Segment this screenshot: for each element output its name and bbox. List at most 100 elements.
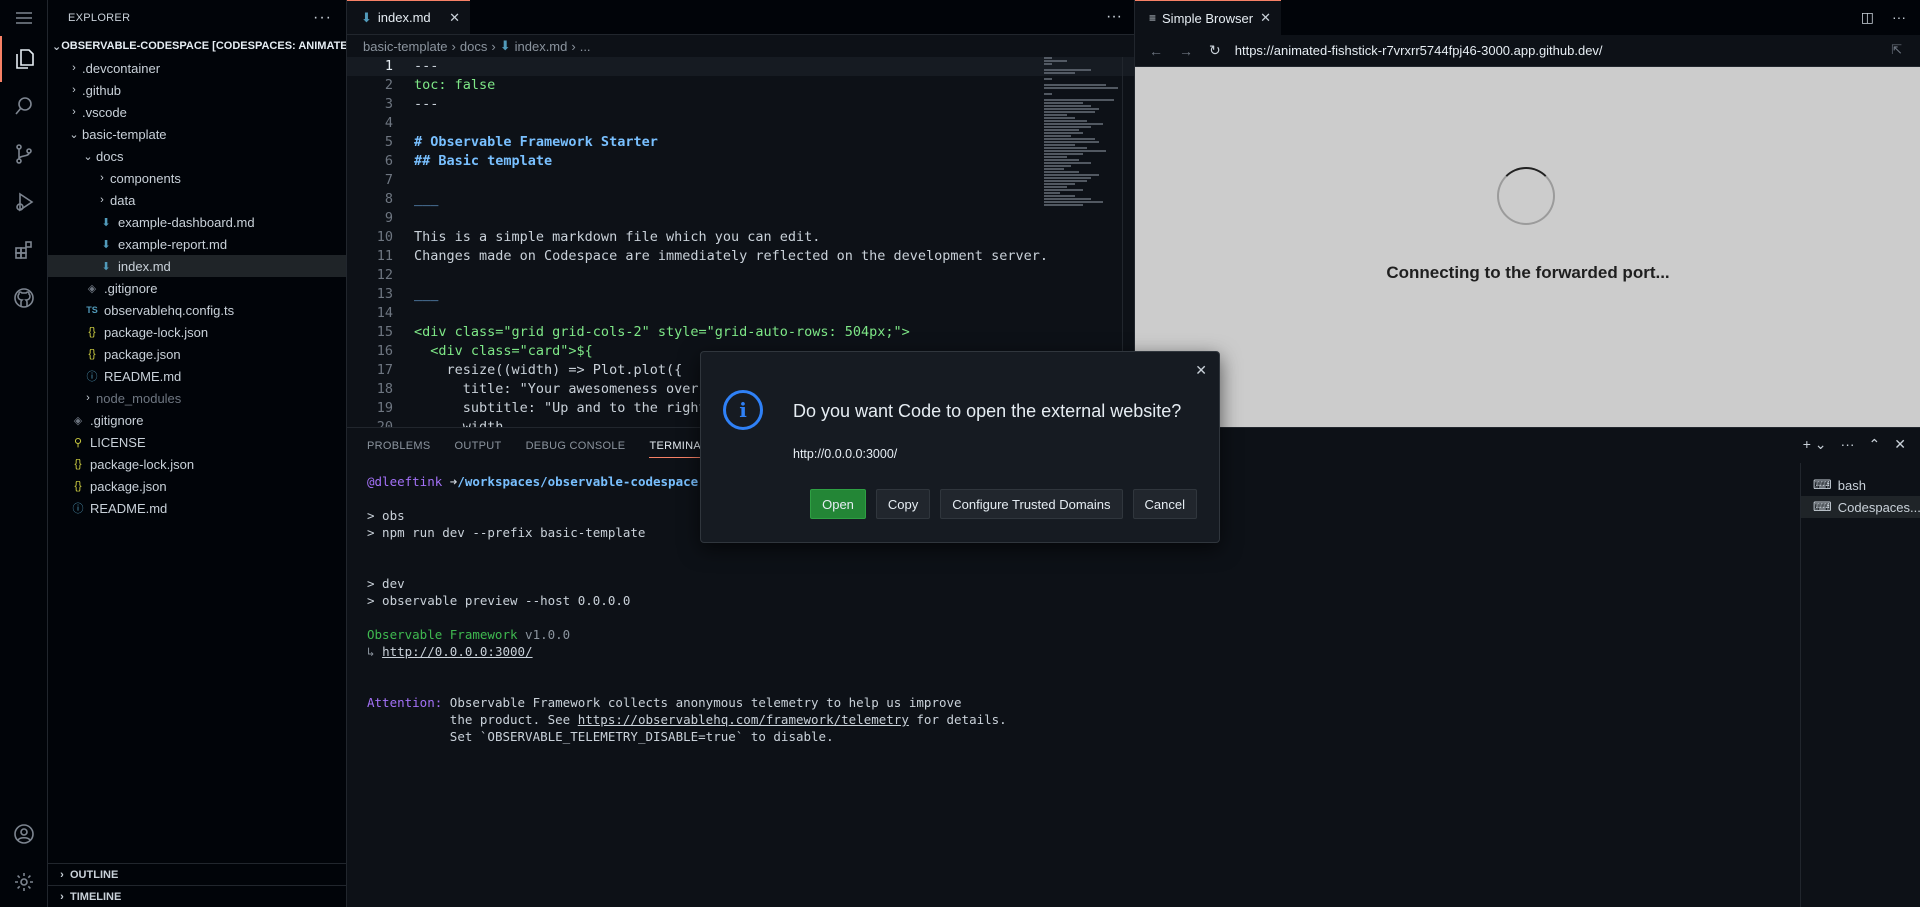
local-url-link[interactable]: http://0.0.0.0:3000/ — [382, 644, 533, 659]
tree-file[interactable]: ⓘ README.md — [48, 497, 346, 519]
settings-gear-icon[interactable] — [0, 859, 48, 905]
minimap-line — [1044, 129, 1080, 131]
breadcrumb-item[interactable]: ... — [580, 39, 591, 54]
forward-arrow-icon[interactable]: → — [1179, 43, 1193, 59]
minimap-line — [1044, 180, 1087, 182]
tree-file[interactable]: {} package.json — [48, 343, 346, 365]
tree-folder[interactable]: › components — [48, 167, 346, 189]
corner-arrow-icon: ↳ — [367, 644, 383, 659]
reload-icon[interactable]: ↻ — [1209, 42, 1221, 59]
outline-label: OUTLINE — [70, 868, 119, 881]
chevron-right-icon: › — [72, 106, 76, 118]
extensions-icon[interactable] — [0, 227, 48, 273]
terminal-user: @dleeftink — [367, 474, 443, 489]
minimap-line — [1044, 117, 1076, 119]
github-icon[interactable] — [0, 275, 48, 321]
menu-icon[interactable] — [0, 0, 48, 36]
tree-file[interactable]: {} package.json — [48, 475, 346, 497]
accounts-icon[interactable] — [0, 811, 48, 857]
minimap-line — [1044, 165, 1072, 167]
minimap[interactable] — [1044, 57, 1122, 232]
more-actions-icon[interactable]: ··· — [1892, 9, 1906, 26]
source-control-icon[interactable] — [0, 131, 48, 177]
tree-file[interactable]: TS observablehq.config.ts — [48, 299, 346, 321]
editor-tab-index-md[interactable]: ⬇ index.md ✕ — [347, 0, 470, 34]
tree-folder[interactable]: ⌄ basic-template — [48, 123, 346, 145]
chevron-up-icon[interactable]: ⌃ — [1869, 436, 1881, 453]
line-number: 19 — [376, 400, 393, 416]
url-bar[interactable]: https://animated-fishstick-r7vrxrr5744fp… — [1235, 43, 1603, 58]
tree-folder[interactable]: › node_modules — [48, 387, 346, 409]
back-arrow-icon[interactable]: ← — [1149, 43, 1163, 59]
tab-terminal[interactable]: TERMINAL — [649, 440, 708, 458]
readme-info-icon: ⓘ — [86, 371, 98, 383]
tree-folder[interactable]: › .github — [48, 79, 346, 101]
cancel-button[interactable]: Cancel — [1132, 489, 1197, 519]
tree-folder[interactable]: › .vscode — [48, 101, 346, 123]
activity-bar — [0, 0, 48, 907]
tree-file[interactable]: {} package-lock.json — [48, 453, 346, 475]
open-button[interactable]: Open — [810, 489, 866, 519]
breadcrumb-item[interactable]: basic-template — [363, 39, 448, 54]
close-icon[interactable]: ✕ — [1195, 362, 1207, 379]
json-file-icon: {} — [88, 326, 96, 338]
chevron-down-icon: ⌄ — [69, 128, 79, 141]
workspace-root[interactable]: ⌄ OBSERVABLE-CODESPACE [CODESPACES: ANIM… — [48, 35, 346, 57]
split-editor-icon[interactable]: ◫ — [1861, 9, 1874, 26]
configure-trusted-domains-button[interactable]: Configure Trusted Domains — [940, 489, 1123, 519]
tab-problems[interactable]: PROBLEMS — [367, 440, 431, 452]
tab-debug-console[interactable]: DEBUG CONSOLE — [526, 440, 626, 452]
code-text: --- — [414, 58, 439, 74]
minimap-line — [1044, 105, 1091, 107]
tree-folder[interactable]: › .devcontainer — [48, 57, 346, 79]
breadcrumb-item[interactable]: index.md — [515, 39, 568, 54]
terminal-item-label: Codespaces... — [1837, 499, 1920, 515]
terminal-attention-line: Attention: Observable Framework collects… — [367, 694, 1787, 711]
tree-folder[interactable]: › data — [48, 189, 346, 211]
explorer-icon[interactable] — [0, 36, 48, 82]
tree-file[interactable]: ◈ .gitignore — [48, 409, 346, 431]
minimap-line — [1044, 93, 1052, 95]
close-icon[interactable]: ✕ — [1260, 10, 1271, 26]
more-actions-icon[interactable]: ··· — [313, 9, 332, 27]
tab-output[interactable]: OUTPUT — [455, 440, 502, 452]
code-line: 13 ___ — [347, 285, 1134, 304]
run-debug-icon[interactable] — [0, 179, 48, 225]
code-line: 15 <div class="grid grid-cols-2" style="g… — [347, 323, 1134, 342]
timeline-section[interactable]: › TIMELINE — [48, 885, 347, 907]
terminal-list: ⌨ bash ⌨ Codespaces... — [1800, 463, 1920, 907]
tree-file[interactable]: ◈ .gitignore — [48, 277, 346, 299]
browser-tab[interactable]: ≡ Simple Browser ✕ — [1135, 0, 1281, 35]
panel-actions: + ⌄ ··· ⌃ ✕ — [1803, 436, 1906, 453]
tree-file[interactable]: ⬇ example-report.md — [48, 233, 346, 255]
more-actions-icon[interactable]: ··· — [1841, 436, 1855, 453]
git-file-icon: ◈ — [73, 414, 83, 427]
new-terminal-icon[interactable]: + ⌄ — [1803, 436, 1827, 453]
code-line: 9 — [347, 209, 1134, 228]
browser-viewport: Connecting to the forwarded port... — [1135, 67, 1920, 427]
line-number: 2 — [384, 77, 393, 93]
copy-button[interactable]: Copy — [875, 489, 931, 519]
tree-file[interactable]: ⬇ example-dashboard.md — [48, 211, 346, 233]
tree-folder[interactable]: ⌄ docs — [48, 145, 346, 167]
terminal-item-bash[interactable]: ⌨ bash — [1801, 474, 1920, 496]
more-actions-icon[interactable]: ··· — [1106, 8, 1122, 26]
terminal-line: > observable preview --host 0.0.0.0 — [367, 593, 631, 608]
tree-file[interactable]: ⬇ index.md — [48, 255, 346, 277]
minimap-line — [1044, 108, 1099, 110]
attention-text: the product. See — [449, 712, 578, 727]
code-line: 14 — [347, 304, 1134, 323]
tree-file[interactable]: {} package-lock.json — [48, 321, 346, 343]
close-icon[interactable]: ✕ — [1894, 436, 1906, 453]
close-icon[interactable]: ✕ — [449, 10, 460, 26]
telemetry-link[interactable]: https://observablehq.com/framework/telem… — [578, 712, 909, 727]
outline-section[interactable]: › OUTLINE — [48, 863, 347, 885]
terminal-item-codespaces[interactable]: ⌨ Codespaces... — [1801, 496, 1920, 518]
breadcrumb-item[interactable]: docs — [460, 39, 487, 54]
code-text: # Observable Framework Starter — [414, 134, 658, 150]
search-icon[interactable] — [0, 83, 48, 129]
open-external-icon[interactable]: ⇱ — [1891, 42, 1902, 58]
tree-item-label: .vscode — [82, 104, 127, 120]
tree-file[interactable]: ⚲ LICENSE — [48, 431, 346, 453]
tree-file[interactable]: ⓘ README.md — [48, 365, 346, 387]
